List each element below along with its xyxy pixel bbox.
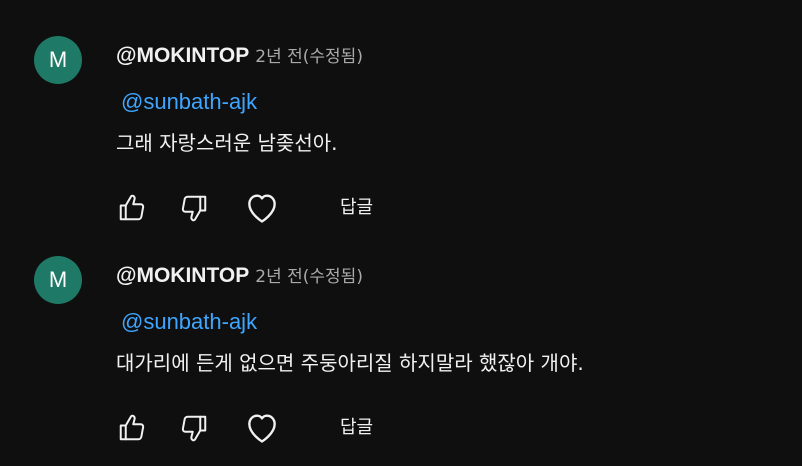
heart-button[interactable]	[242, 408, 282, 448]
author-name[interactable]: @MOKINTOP	[116, 264, 249, 287]
avatar[interactable]: M	[34, 36, 82, 84]
heart-button[interactable]	[242, 188, 282, 228]
like-button[interactable]	[112, 188, 152, 228]
comment-header: @MOKINTOP 2년 전(수정됨)	[116, 44, 363, 69]
like-button[interactable]	[112, 408, 152, 448]
author-name[interactable]: @MOKINTOP	[116, 44, 249, 67]
thumbs-up-icon	[119, 414, 145, 441]
avatar[interactable]: M	[34, 256, 82, 304]
comment-thread-item: M @MOKINTOP 2년 전(수정됨) @sunbath-ajk 대가리에 든…	[0, 242, 802, 462]
thumbs-down-icon	[181, 415, 207, 442]
comment-text: 그래 자랑스러운 남좆선아.	[116, 131, 338, 155]
mention-link[interactable]: @sunbath-ajk	[121, 89, 257, 115]
reply-button[interactable]: 답글	[338, 194, 375, 222]
thumbs-down-icon	[181, 195, 207, 222]
reply-button[interactable]: 답글	[338, 414, 375, 442]
thumbs-up-icon	[119, 194, 145, 221]
heart-icon	[248, 194, 276, 223]
dislike-button[interactable]	[174, 188, 214, 228]
comment-thread-item: M @MOKINTOP 2년 전(수정됨) @sunbath-ajk 그래 자랑스…	[0, 22, 802, 242]
comment-header: @MOKINTOP 2년 전(수정됨)	[116, 264, 363, 289]
comment-timestamp[interactable]: 2년 전(수정됨)	[255, 47, 363, 67]
comment-actions: 답글	[112, 408, 512, 448]
heart-icon	[248, 414, 276, 443]
dislike-button[interactable]	[174, 408, 214, 448]
comment-text: 대가리에 든게 없으면 주둥아리질 하지말라 했잖아 개야.	[116, 351, 584, 375]
mention-link[interactable]: @sunbath-ajk	[121, 309, 257, 335]
comment-actions: 답글	[112, 188, 512, 228]
comment-timestamp[interactable]: 2년 전(수정됨)	[255, 267, 363, 287]
